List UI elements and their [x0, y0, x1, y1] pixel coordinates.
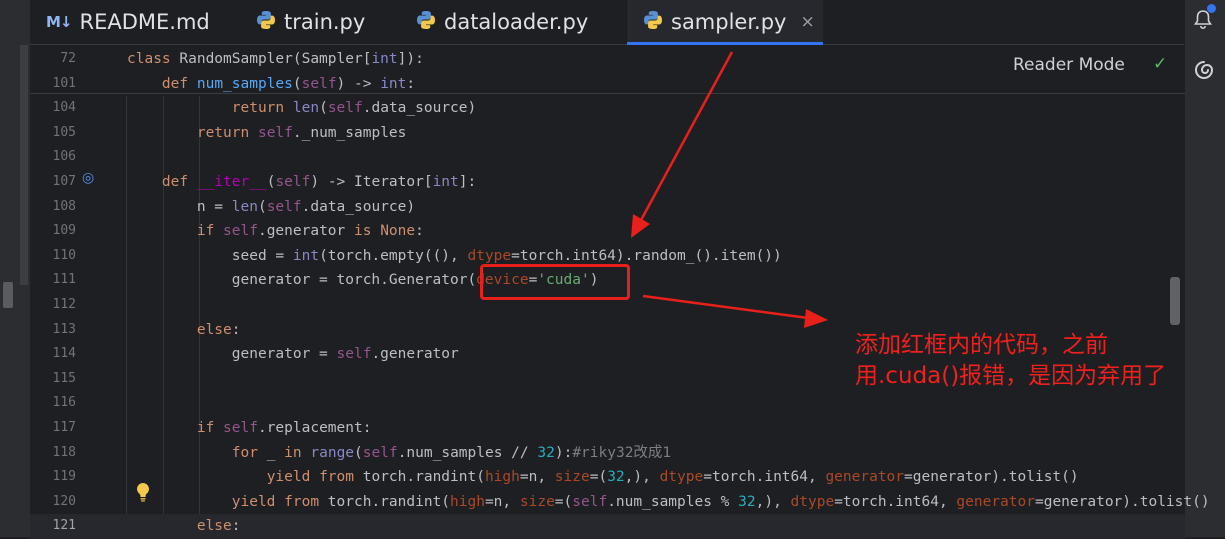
- line-number: 108: [52, 198, 76, 214]
- code-text: if self.generator is None:: [196, 223, 424, 240]
- line-number: 116: [52, 395, 76, 411]
- overrides-icon[interactable]: ◎: [82, 170, 94, 186]
- check-icon[interactable]: ✓: [1153, 54, 1167, 74]
- left-strip-handle[interactable]: [3, 282, 13, 308]
- code-text: if self.replacement:: [196, 420, 372, 436]
- editor-tab-bar: M↓ README.md train.py dataloader.py samp…: [30, 0, 1198, 45]
- left-tool-strip: [0, 0, 31, 537]
- code-text: def __iter__(self) -> Iterator[int]:: [161, 174, 477, 190]
- line-number: 121: [52, 518, 76, 534]
- line-number: 118: [52, 444, 76, 460]
- line-number: 107: [52, 174, 76, 189]
- code-text: return len(self.data_source): [231, 100, 477, 117]
- ai-assistant-icon[interactable]: [1192, 58, 1216, 82]
- tab-label: README.md: [79, 10, 210, 34]
- line-number: 104: [52, 100, 76, 116]
- line-number: 112: [52, 297, 76, 312]
- line-number: 114: [52, 346, 76, 362]
- code-text: class RandomSampler(Sampler[int]):: [127, 51, 424, 67]
- left-strip-divider: [20, 45, 28, 285]
- code-line[interactable]: 117 if self.replacement:: [30, 416, 1185, 441]
- sticky-header-divider: [30, 93, 1185, 94]
- vertical-scrollbar-thumb[interactable]: [1170, 277, 1180, 325]
- code-line[interactable]: 118 for _ in range(self.num_samples // 3…: [30, 441, 1185, 466]
- code-line[interactable]: 121 else:: [30, 514, 1185, 539]
- code-line[interactable]: 116: [30, 391, 1185, 416]
- code-text: else:: [196, 321, 241, 338]
- python-icon: [256, 10, 276, 35]
- code-text: for _ in range(self.num_samples // 32):#…: [231, 444, 672, 461]
- line-number: 105: [52, 124, 76, 140]
- code-line[interactable]: 104 return len(self.data_source): [30, 96, 1185, 121]
- python-icon: [416, 10, 436, 35]
- code-text: yield from torch.randint(high=n, size=(3…: [266, 469, 1079, 486]
- code-line[interactable]: 107 def __iter__(self) -> Iterator[int]:: [30, 170, 1185, 195]
- code-line[interactable]: 119 yield from torch.randint(high=n, siz…: [30, 465, 1185, 490]
- python-icon: [643, 10, 663, 35]
- line-number: 72: [60, 51, 76, 66]
- code-text: yield from torch.randint(high=n, size=(s…: [231, 493, 1210, 510]
- line-number: 106: [52, 149, 76, 165]
- notification-dot: [1207, 4, 1216, 13]
- code-text: else:: [196, 518, 241, 535]
- tab-dataloader-py[interactable]: dataloader.py: [416, 0, 626, 44]
- tab-label: train.py: [284, 10, 366, 34]
- right-tool-strip: [1184, 0, 1225, 537]
- code-line[interactable]: 105 return self._num_samples: [30, 121, 1185, 146]
- code-text: generator = self.generator: [127, 346, 459, 363]
- line-number: 111: [52, 272, 76, 288]
- annotation-note: 添加红框内的代码，之前用.cuda()报错，是因为弃用了: [855, 332, 1167, 389]
- tab-sampler-py[interactable]: sampler.py ×: [627, 0, 823, 45]
- code-line[interactable]: 108 n = len(self.data_source): [30, 195, 1185, 220]
- line-number: 113: [52, 321, 76, 337]
- code-line[interactable]: 120 yield from torch.randint(high=n, siz…: [30, 490, 1210, 515]
- code-line[interactable]: 109 if self.generator is None:: [30, 219, 1185, 244]
- tab-train-py[interactable]: train.py: [256, 0, 406, 44]
- code-line[interactable]: 106: [30, 145, 1185, 170]
- highlight-box: [480, 264, 630, 300]
- close-icon[interactable]: ×: [801, 12, 815, 32]
- line-number: 119: [52, 469, 76, 485]
- tab-label: dataloader.py: [444, 10, 589, 34]
- code-text: seed = int(torch.empty((), dtype=torch.i…: [127, 247, 782, 264]
- line-number: 117: [52, 420, 76, 435]
- line-number: 120: [52, 493, 76, 509]
- markdown-icon: M↓: [46, 13, 72, 31]
- code-line[interactable]: 72 class RandomSampler(Sampler[int]):: [30, 47, 1185, 72]
- reader-mode-button[interactable]: Reader Mode: [1013, 55, 1125, 75]
- code-text: n = len(self.data_source): [127, 198, 416, 215]
- line-number: 115: [52, 370, 76, 386]
- lightbulb-icon[interactable]: [135, 482, 151, 502]
- line-number: 109: [52, 223, 76, 239]
- tab-label: sampler.py: [671, 10, 787, 34]
- line-number: 110: [52, 247, 76, 263]
- code-text: return self._num_samples: [196, 124, 407, 141]
- tab-readme[interactable]: M↓ README.md: [46, 0, 236, 44]
